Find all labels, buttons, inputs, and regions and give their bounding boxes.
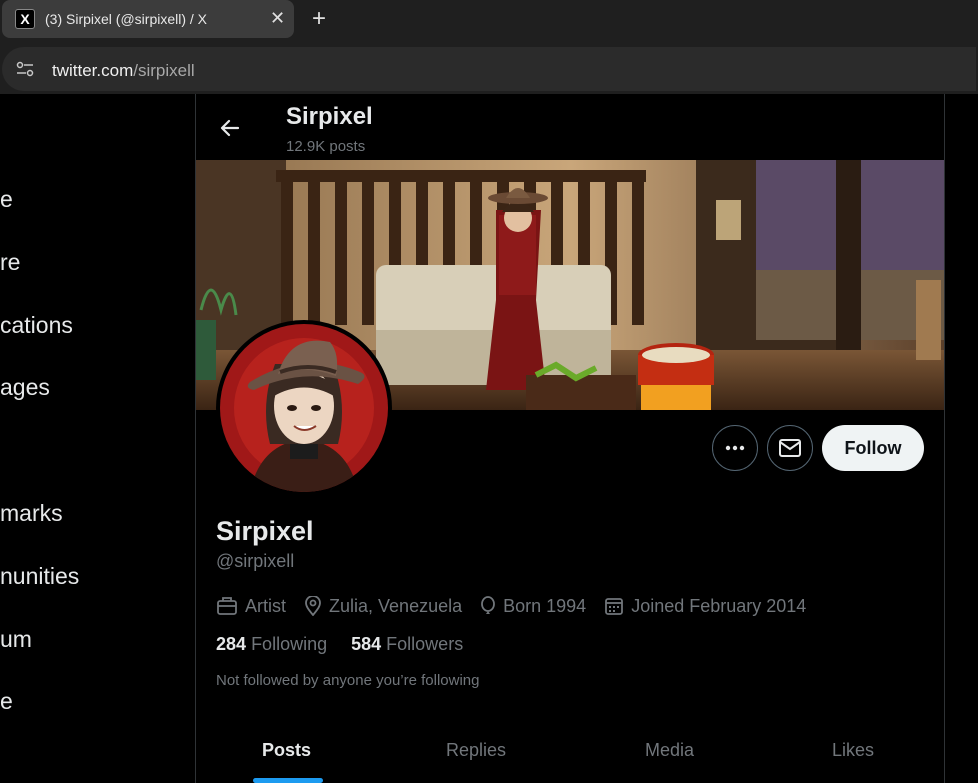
tab-posts[interactable]: Posts [262, 740, 311, 761]
joined-item: Joined February 2014 [604, 596, 806, 617]
new-tab-button[interactable]: + [312, 7, 326, 31]
url-input[interactable]: twitter.com/sirpixell [2, 47, 976, 91]
left-navigation: e re cations ages marks nunities um e [0, 94, 196, 783]
location-pin-icon [305, 596, 321, 616]
joined-text: Joined February 2014 [631, 595, 807, 616]
followers-count: 584 [351, 634, 382, 654]
x-logo-icon: X [15, 9, 35, 29]
avatar-image [220, 324, 388, 492]
close-tab-icon[interactable]: ✕ [270, 8, 285, 28]
following-link[interactable]: 284 Following [216, 634, 327, 654]
following-label: Following [251, 634, 328, 654]
profile-handle: @sirpixell [216, 551, 295, 571]
tab-media[interactable]: Media [645, 740, 694, 761]
tab-likes[interactable]: Likes [832, 740, 874, 761]
back-arrow-icon[interactable] [218, 116, 242, 140]
browser-tab[interactable]: X (3) Sirpixel (@sirpixell) / X ✕ [2, 0, 294, 38]
more-horizontal-icon [725, 445, 745, 451]
profile-tabs: Posts Replies Media Likes [196, 724, 944, 783]
post-count: 12.9K posts [286, 138, 366, 155]
briefcase-icon [217, 597, 237, 615]
tab-title: (3) Sirpixel (@sirpixell) / X [45, 11, 208, 27]
nav-item-notifications[interactable]: cations [0, 312, 73, 339]
followers-label: Followers [386, 634, 464, 654]
active-tab-indicator [253, 778, 323, 783]
profile-column: Sirpixel 12.9K posts Follow Sirpixel @si… [195, 94, 945, 783]
envelope-icon [779, 439, 801, 457]
url-host: twitter.com [52, 61, 134, 80]
address-bar: twitter.com/sirpixell [0, 44, 978, 94]
follow-button[interactable]: Follow [822, 425, 924, 471]
nav-item-premium[interactable]: um [0, 626, 32, 653]
nav-item-bookmarks[interactable]: marks [0, 500, 63, 527]
site-settings-icon[interactable] [16, 61, 34, 77]
occupation-text: Artist [245, 595, 287, 616]
message-button[interactable] [767, 425, 813, 471]
profile-meta: Artist Zulia, Venezuela Born 1994 Joined… [216, 594, 824, 618]
nav-item-profile[interactable]: e [0, 688, 13, 715]
profile-avatar[interactable] [216, 320, 392, 496]
header-title: Sirpixel [286, 103, 373, 130]
followers-link[interactable]: 584 Followers [351, 634, 463, 654]
browser-tab-strip: X (3) Sirpixel (@sirpixell) / X ✕ + [0, 0, 978, 44]
birthday-item: Born 1994 [480, 596, 586, 617]
tab-replies[interactable]: Replies [446, 740, 506, 761]
location-item: Zulia, Venezuela [304, 596, 462, 617]
location-text: Zulia, Venezuela [329, 595, 463, 616]
nav-item-communities[interactable]: nunities [0, 563, 79, 590]
nav-item-home[interactable]: e [0, 186, 13, 213]
followed-by-text: Not followed by anyone you’re following [216, 672, 480, 689]
more-options-button[interactable] [712, 425, 758, 471]
url-path: /sirpixell [133, 61, 195, 80]
following-count: 284 [216, 634, 247, 654]
nav-item-messages[interactable]: ages [0, 374, 50, 401]
calendar-icon [605, 598, 624, 615]
follow-stats: 284 Following 584 Followers [216, 634, 463, 655]
url-text: twitter.com/sirpixell [52, 61, 195, 81]
balloon-icon [481, 596, 496, 614]
profile-name: Sirpixel [216, 516, 314, 546]
born-text: Born 1994 [503, 595, 587, 616]
profile-header: Sirpixel 12.9K posts [196, 94, 944, 160]
occupation-item: Artist [216, 596, 286, 617]
nav-item-explore[interactable]: re [0, 249, 20, 276]
